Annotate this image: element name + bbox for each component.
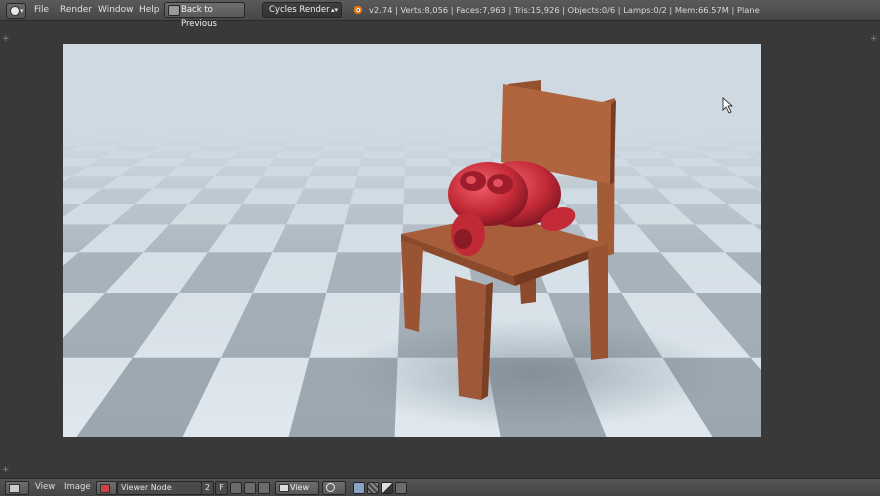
render-engine-value: Cycles Render: [269, 5, 330, 15]
screen-icon: [168, 5, 180, 16]
area-corner-icon[interactable]: +: [2, 466, 10, 475]
new-image-icon[interactable]: [230, 482, 242, 494]
menu-render[interactable]: Render: [60, 0, 92, 20]
image-editor-icon: [9, 484, 20, 493]
view-icon: [279, 484, 289, 492]
view-mode-label: View: [290, 483, 309, 492]
menu-image[interactable]: Image: [64, 479, 91, 496]
alpha-checker-icon[interactable]: [367, 482, 379, 494]
menu-window[interactable]: Window: [98, 0, 134, 20]
area-corner-icon[interactable]: +: [2, 35, 10, 44]
z-buffer-icon[interactable]: [381, 482, 393, 494]
image-name-field[interactable]: Viewer Node: [117, 481, 202, 495]
render-engine-select[interactable]: Cycles Render ▴▾: [262, 2, 342, 18]
blender-logo-icon: [352, 5, 363, 15]
chair-shadow: [343, 319, 723, 429]
menu-view[interactable]: View: [35, 479, 55, 496]
info-header: ▾ File Render Window Help Back to Previo…: [0, 0, 880, 29]
pivot-select[interactable]: [322, 481, 346, 495]
open-image-icon[interactable]: [244, 482, 256, 494]
display-channels-icon[interactable]: [353, 482, 365, 494]
back-to-previous-button[interactable]: Back to Previous: [164, 2, 245, 29]
pivot-icon: [326, 483, 335, 492]
render-result-image[interactable]: [63, 44, 761, 437]
editor-type-button[interactable]: ▾: [6, 3, 26, 19]
back-to-previous-label: Back to Previous: [181, 5, 217, 29]
menu-help[interactable]: Help: [139, 0, 160, 20]
users-count[interactable]: 2: [201, 481, 214, 495]
chevron-down-icon: ▾: [20, 7, 24, 15]
view-mode-select[interactable]: View: [275, 481, 319, 495]
render-slot-icon[interactable]: [395, 482, 407, 494]
browse-image-button[interactable]: [96, 481, 117, 495]
area-corner-icon[interactable]: +: [870, 35, 878, 44]
info-icon: [10, 6, 20, 16]
scene-statistics: v2.74 | Verts:8,056 | Faces:7,963 | Tris…: [369, 5, 760, 15]
image-editor-header: View Image Viewer Node 2 F View: [0, 478, 880, 496]
editor-type-button[interactable]: [5, 481, 29, 495]
close-x-icon[interactable]: [258, 482, 270, 494]
fake-user-toggle[interactable]: F: [215, 481, 228, 495]
image-browse-icon: [100, 484, 110, 493]
updown-arrows-icon: ▴▾: [330, 6, 338, 14]
menu-file[interactable]: File: [34, 0, 49, 20]
